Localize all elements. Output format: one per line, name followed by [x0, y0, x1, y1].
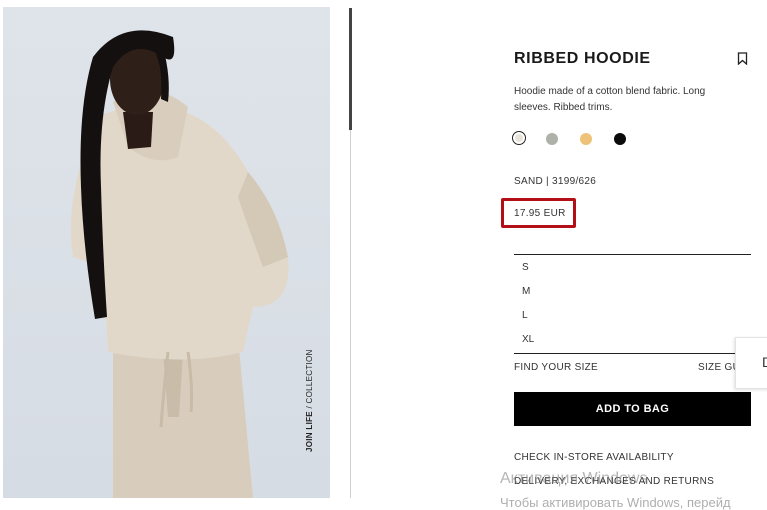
gallery-scrollbar-thumb[interactable]	[349, 8, 352, 130]
size-option[interactable]: L	[522, 310, 528, 321]
product-price: 17.95 EUR	[514, 208, 566, 219]
size-guide-link[interactable]: SIZE GUIDE	[698, 362, 736, 373]
collection-caption: JOIN LIFE / COLLECTION	[305, 349, 314, 452]
model-illustration	[70, 30, 289, 498]
color-swatch-mustard[interactable]	[580, 133, 592, 145]
color-swatch-grey[interactable]	[546, 133, 558, 145]
product-description: Hoodie made of a cotton blend fabric. Lo…	[514, 86, 706, 113]
side-panel-tab[interactable]: D	[735, 337, 767, 389]
add-to-bag-button[interactable]: ADD TO BAG	[514, 392, 751, 426]
size-option[interactable]: S	[522, 262, 529, 273]
color-swatch-black[interactable]	[614, 133, 626, 145]
side-panel-label: D	[762, 354, 767, 370]
find-your-size-link[interactable]: FIND YOUR SIZE	[514, 362, 598, 373]
color-swatches	[512, 131, 626, 145]
windows-activation-watermark: Активация Windows	[500, 470, 648, 487]
check-store-availability-link[interactable]: CHECK IN-STORE AVAILABILITY	[514, 452, 674, 463]
size-list: S M L XL	[514, 254, 751, 354]
color-reference: SAND | 3199/626	[514, 176, 597, 187]
bookmark-icon[interactable]	[737, 52, 748, 65]
product-photo[interactable]: JOIN LIFE / COLLECTION	[3, 7, 330, 498]
size-option[interactable]: M	[522, 286, 530, 297]
color-swatch-sand[interactable]	[512, 131, 526, 145]
size-option[interactable]: XL	[522, 334, 534, 345]
product-title: RIBBED HOODIE	[514, 50, 651, 67]
